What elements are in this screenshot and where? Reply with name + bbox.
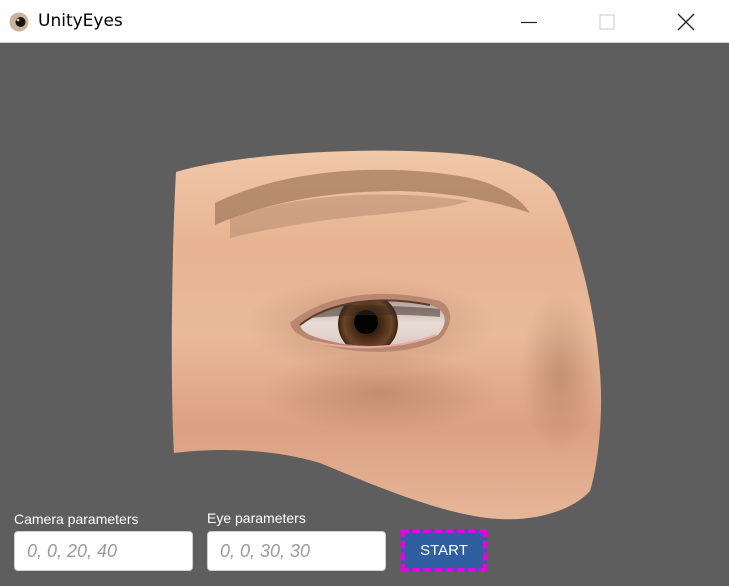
close-icon [677, 13, 695, 30]
close-button[interactable] [663, 0, 709, 43]
window-title: UnityEyes [38, 11, 123, 31]
minimize-button[interactable] [506, 0, 552, 43]
title-bar: UnityEyes [0, 0, 729, 43]
eye-app-icon [9, 12, 29, 32]
camera-parameters-label: Camera parameters [14, 511, 139, 527]
render-viewport: Camera parameters Eye parameters START [0, 43, 729, 586]
camera-parameters-input[interactable] [14, 531, 193, 571]
eye-render [171, 150, 602, 520]
maximize-icon [599, 14, 615, 29]
minimize-icon [521, 21, 537, 23]
maximize-button[interactable] [584, 0, 630, 43]
app-window: UnityEyes Camera parameters 0, 0, 20, 40… [0, 0, 729, 586]
eye-parameters-input[interactable] [207, 531, 386, 571]
start-button[interactable]: START [401, 529, 487, 572]
eye-parameters-label: Eye parameters [207, 510, 306, 526]
